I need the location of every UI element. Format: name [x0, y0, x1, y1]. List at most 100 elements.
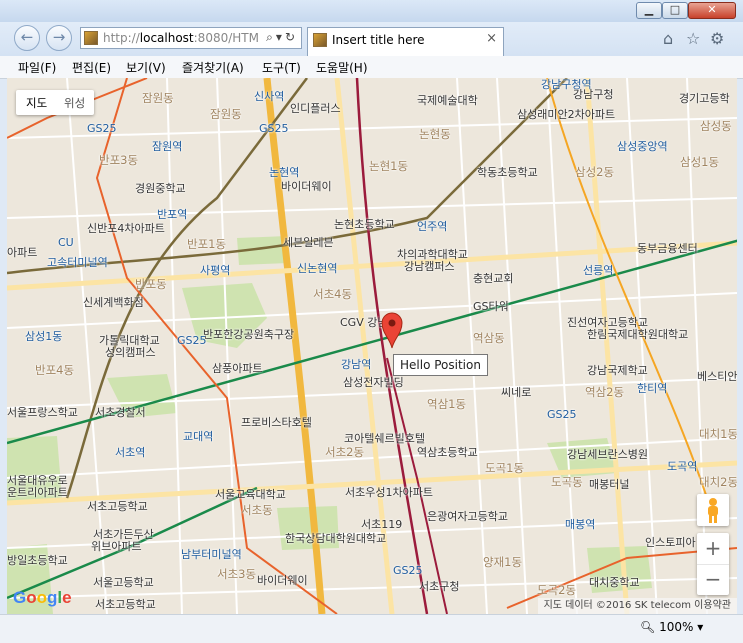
map-label: 경원중학교	[135, 182, 186, 195]
map-label: 잠원동	[210, 107, 242, 121]
menu-help[interactable]: 도움말(H)	[316, 59, 368, 76]
map-label: 서초고등학교	[95, 598, 156, 611]
map-label: 강남역	[341, 358, 372, 371]
map-type-satellite-button[interactable]: 위성	[64, 95, 85, 111]
map-label: 반포3동	[99, 153, 139, 167]
map-label: 서초2동	[325, 445, 365, 459]
map-label: 서초경찰서	[95, 406, 146, 419]
map-label: 세븐일레븐	[283, 236, 334, 249]
map-label: 충현교회	[473, 272, 514, 285]
map-label: 매봉터널	[589, 478, 630, 491]
maximize-button[interactable]: □	[662, 2, 688, 19]
map-label: 서울고등학교	[93, 576, 154, 589]
zoom-dropdown-icon[interactable]: ▾	[697, 620, 703, 634]
zoom-in-button[interactable]: +	[697, 533, 729, 565]
map-label: 인스토피아	[645, 536, 696, 549]
map-label: 강남캠퍼스	[404, 260, 455, 273]
address-tools: ⌕▾↻	[266, 30, 298, 45]
map-label: 반포1동	[187, 237, 227, 251]
map-label: 서초3동	[217, 567, 257, 581]
window-titlebar: ▁ □ ✕	[0, 0, 743, 22]
street-view-pegman-button[interactable]	[697, 494, 729, 526]
browser-navbar: ← → http://localhost:8080/HTM ⌕▾↻ Insert…	[0, 22, 743, 56]
close-window-button[interactable]: ✕	[688, 2, 736, 19]
dropdown-icon[interactable]: ▾	[276, 30, 285, 44]
map-label: 삼성1동	[680, 155, 720, 169]
site-favicon-icon	[84, 31, 98, 45]
map-label: 대치1동	[699, 427, 737, 441]
map-label: CU	[58, 236, 74, 249]
map-label: 서초역	[115, 446, 146, 459]
forward-button[interactable]: →	[46, 25, 72, 51]
map-label: 서울프랑스학교	[7, 406, 78, 419]
map-label: 강남구청	[573, 88, 614, 101]
back-arrow-icon: ←	[20, 28, 34, 46]
map-label: 서초동	[241, 503, 273, 517]
menu-edit[interactable]: 편집(E)	[72, 59, 111, 76]
map-label: 삼성동	[700, 119, 732, 133]
map-label: 대치중학교	[589, 576, 640, 589]
map-label: 베스티안	[697, 370, 737, 383]
map-label: 한티역	[637, 382, 668, 395]
map-label: 국제예술대학	[417, 94, 478, 107]
map-label: 삼성래미안2차아파트	[517, 108, 616, 121]
marker-info-window: Hello Position	[393, 354, 488, 376]
map-label: 신사역	[254, 90, 285, 103]
menu-file[interactable]: 파일(F)	[18, 59, 56, 76]
map-label: 도곡역	[667, 460, 698, 473]
map-label: 잠원동	[142, 91, 174, 105]
map-label: 서울교육대학교	[215, 488, 286, 501]
address-url[interactable]: http://localhost:8080/HTM	[103, 31, 259, 45]
map-label: 역삼동	[473, 331, 505, 345]
zoom-level-indicator[interactable]: 🔍︎ 100% ▾	[640, 620, 703, 634]
map-label: 반포동	[135, 277, 167, 291]
map-label: 학동초등학교	[477, 166, 538, 179]
map-label: 씨네로	[501, 386, 532, 399]
map-label: 서초4동	[313, 287, 353, 301]
map-label: 서초고등학교	[87, 500, 148, 513]
map-label: 위브아파트	[91, 540, 142, 553]
back-button[interactable]: ←	[14, 25, 40, 51]
map-canvas[interactable]: 잠원동 잠원동 신사역 인디플러스 국제예술대학 강남구청역 강남구청 경기고등…	[7, 78, 737, 614]
map-type-map-button[interactable]: 지도	[26, 95, 47, 111]
map-label: 삼성중앙역	[617, 140, 668, 153]
map-label: GS25	[87, 122, 117, 135]
map-attribution[interactable]: 지도 데이터 ©2016 SK telecom 이용약관	[537, 598, 737, 614]
map-label: 한림국제대학원대학교	[587, 328, 689, 341]
map-label: 동부금융센터	[637, 242, 698, 255]
map-label: 운트리아파트	[7, 486, 68, 499]
map-label: 역삼초등학교	[417, 446, 478, 459]
home-icon[interactable]: ⌂	[663, 29, 673, 48]
zoom-out-button[interactable]: −	[697, 564, 729, 595]
tab-close-button[interactable]: ×	[486, 31, 497, 46]
map-label: 양재1동	[483, 555, 523, 569]
refresh-icon[interactable]: ↻	[285, 30, 298, 44]
minimize-button[interactable]: ▁	[636, 2, 662, 19]
pegman-icon	[708, 498, 718, 523]
map-label: 삼풍아파트	[212, 362, 263, 375]
menu-tools[interactable]: 도구(T)	[262, 59, 301, 76]
favorites-star-icon[interactable]: ☆	[686, 29, 700, 48]
map-label: 논현초등학교	[334, 218, 395, 231]
map-label: 남부터미널역	[181, 548, 242, 561]
map-label: 선릉역	[583, 264, 614, 277]
map-label: GS25	[547, 408, 577, 421]
map-label: 바이더웨이	[257, 574, 308, 587]
map-label: 도곡1동	[485, 461, 525, 475]
menu-favorites[interactable]: 즐겨찾기(A)	[182, 59, 244, 76]
map-label: 강남세브란스병원	[567, 448, 648, 461]
menu-view[interactable]: 보기(V)	[126, 59, 166, 76]
map-label: GS타워	[473, 300, 509, 313]
map-label: 신논현역	[297, 262, 338, 275]
zoom-control: + −	[697, 533, 729, 595]
browser-tab[interactable]: Insert title here ×	[307, 27, 504, 56]
address-bar[interactable]: http://localhost:8080/HTM ⌕▾↻	[80, 27, 302, 49]
map-marker-pin-icon[interactable]	[381, 311, 403, 349]
map-label: 신반포4차아파트	[87, 222, 165, 235]
map-label: 신세계백화점	[83, 296, 144, 309]
settings-gear-icon[interactable]: ⚙	[710, 29, 724, 48]
map-type-control: 지도 위성	[16, 90, 94, 115]
search-icon[interactable]: ⌕	[266, 30, 276, 44]
map-label: 서초구청	[419, 580, 460, 593]
map-label: 바이더웨이	[281, 180, 332, 193]
